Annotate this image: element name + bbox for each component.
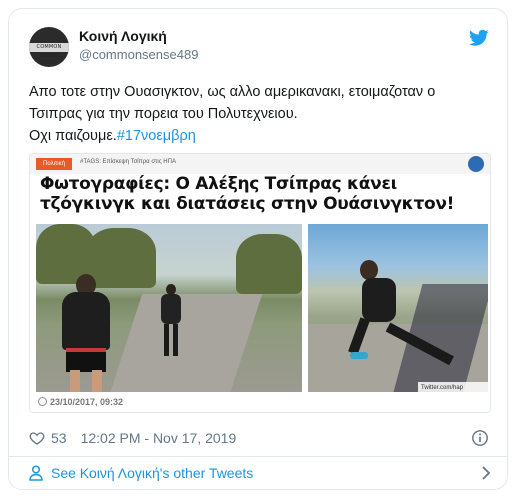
tweet-meta: 53 12:02 PM - Nov 17, 2019 — [29, 427, 236, 449]
runner-foreground — [58, 274, 114, 392]
person-icon — [29, 465, 43, 481]
divider — [9, 456, 507, 457]
like-count[interactable]: 53 — [51, 430, 67, 446]
avatar[interactable]: COMMON SENSE — [29, 27, 69, 67]
category-tag: Πολιτική — [36, 158, 72, 170]
article-date: 23/10/2017, 09:32 — [38, 397, 123, 407]
avatar-logo-text: COMMON SENSE — [36, 44, 62, 59]
author-handle[interactable]: @commonsense489 — [79, 47, 198, 62]
walkway — [109, 294, 263, 392]
twitter-bird-icon[interactable] — [469, 29, 489, 47]
chevron-right-icon[interactable] — [481, 466, 491, 480]
see-other-tweets-link[interactable]: See Κοινή Λογική's other Tweets — [29, 460, 491, 486]
runner-background — [160, 284, 182, 356]
avatar-logo-band: COMMON SENSE — [29, 43, 69, 59]
tweet-text: Απο τοτε στην Ουασιγκτον, ως αλλο αμερικ… — [29, 81, 491, 147]
article-date-text: 23/10/2017, 09:32 — [50, 397, 124, 407]
heart-icon[interactable] — [29, 430, 45, 446]
stretching-photo — [308, 224, 488, 392]
stretching-person — [348, 260, 468, 366]
tweet-timestamp[interactable]: 12:02 PM - Nov 17, 2019 — [81, 430, 237, 446]
see-other-tweets-label[interactable]: See Κοινή Λογική's other Tweets — [51, 465, 253, 481]
author-name[interactable]: Κοινή Λογική — [79, 28, 167, 44]
hashtag-link[interactable]: #17νοεμβρη — [117, 128, 196, 144]
site-logo-icon — [468, 156, 484, 172]
article-headline: Φωτογραφίες: Ο Αλέξης Τσίπρας κάνει τζόγ… — [40, 174, 455, 214]
tweet-text-line-1: Απο τοτε στην Ουασιγκτον, ως αλλο αμερικ… — [29, 84, 436, 122]
tree — [236, 234, 302, 294]
tweet-media-image[interactable]: Πολιτική #TAGS: Επίσκεψη Τσίπρα στις ΗΠΑ… — [29, 153, 491, 413]
tweet-text-prefix: Οχι παιζουμε. — [29, 128, 117, 144]
article-tags: #TAGS: Επίσκεψη Τσίπρα στις ΗΠΑ — [80, 159, 176, 165]
jogging-photo — [36, 224, 302, 392]
clock-icon — [38, 397, 47, 406]
embedded-tweet-card: COMMON SENSE Κοινή Λογική @commonsense48… — [8, 8, 508, 490]
info-icon[interactable] — [471, 429, 489, 447]
photo-credit: Twitter.com/hap — [418, 382, 490, 394]
tweet-text-line-2: Οχι παιζουμε.#17νοεμβρη — [29, 125, 491, 147]
